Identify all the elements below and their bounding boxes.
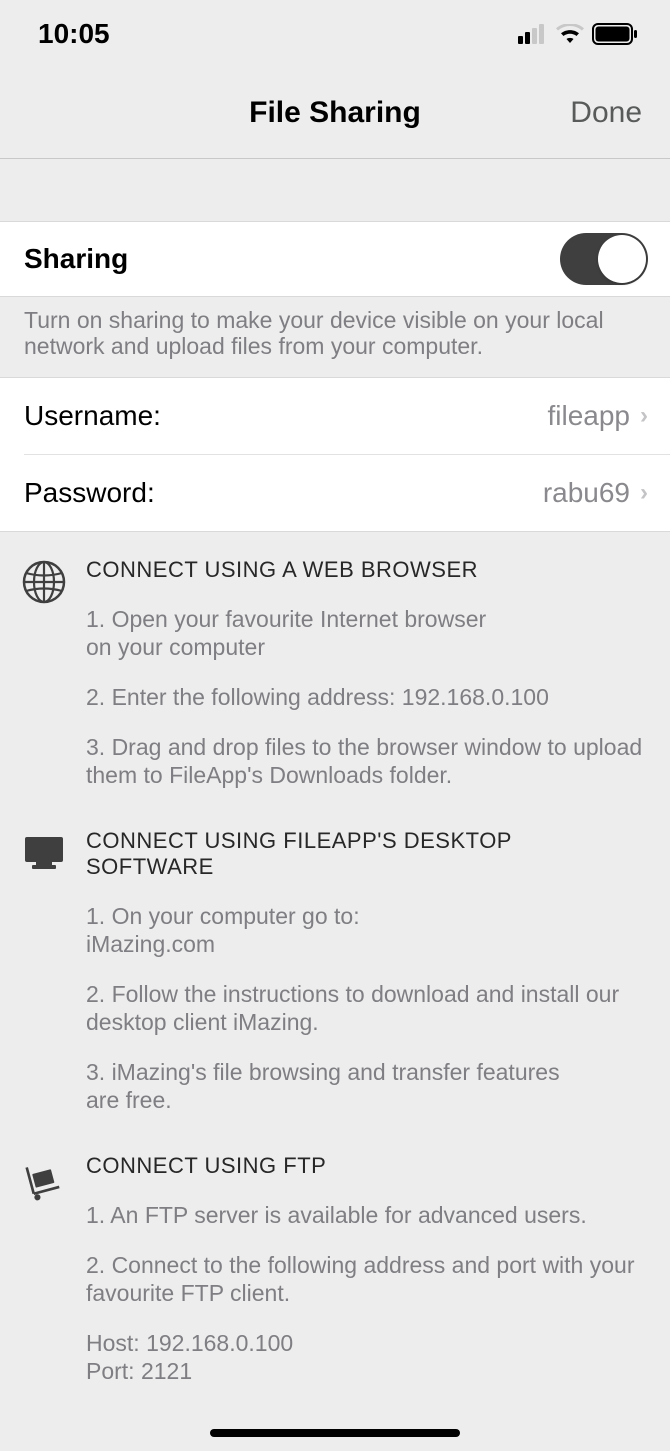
nav-bar: File Sharing Done	[0, 68, 670, 158]
instruction-title: CONNECT USING A WEB BROWSER	[86, 557, 646, 583]
instruction-title: CONNECT USING FILEAPP'S DESKTOP SOFTWARE	[86, 828, 646, 880]
instruction-step: 2. Follow the instructions to download a…	[86, 980, 646, 1036]
chevron-right-icon: ›	[640, 402, 648, 430]
page-title: File Sharing	[249, 96, 421, 130]
wifi-icon	[556, 24, 584, 44]
instruction-step: 1. An FTP server is available for advanc…	[86, 1201, 646, 1229]
instruction-title: CONNECT USING FTP	[86, 1153, 646, 1179]
ftp-port: Port: 2121	[86, 1357, 646, 1385]
status-indicators	[518, 23, 638, 45]
home-indicator[interactable]	[210, 1429, 460, 1437]
cart-icon	[22, 1153, 66, 1385]
instruction-body: CONNECT USING FILEAPP'S DESKTOP SOFTWARE…	[86, 828, 646, 1124]
password-value: rabu69	[543, 477, 630, 509]
chevron-right-icon: ›	[640, 479, 648, 507]
ftp-host: Host: 192.168.0.100	[86, 1329, 646, 1357]
instruction-step: 3. Drag and drop files to the browser wi…	[86, 733, 646, 789]
instruction-step: 1. Open your favourite Internet browser …	[86, 605, 506, 661]
status-time: 10:05	[38, 18, 110, 50]
instruction-section-desktop: CONNECT USING FILEAPP'S DESKTOP SOFTWARE…	[0, 803, 670, 1128]
username-value: fileapp	[547, 400, 630, 432]
password-row[interactable]: Password: rabu69 ›	[0, 455, 670, 531]
username-label: Username:	[24, 400, 161, 432]
password-value-wrap: rabu69 ›	[543, 477, 648, 509]
sharing-group: Sharing	[0, 221, 670, 297]
instruction-step: 2. Enter the following address: 192.168.…	[86, 683, 646, 711]
username-value-wrap: fileapp ›	[547, 400, 648, 432]
sharing-toggle[interactable]	[560, 233, 648, 285]
password-label: Password:	[24, 477, 155, 509]
instruction-body: CONNECT USING A WEB BROWSER 1. Open your…	[86, 557, 646, 799]
credentials-group: Username: fileapp › Password: rabu69 ›	[0, 377, 670, 532]
instruction-section-browser: CONNECT USING A WEB BROWSER 1. Open your…	[0, 532, 670, 803]
instruction-section-ftp: CONNECT USING FTP 1. An FTP server is av…	[0, 1128, 670, 1389]
section-gap	[0, 159, 670, 221]
instruction-body: CONNECT USING FTP 1. An FTP server is av…	[86, 1153, 646, 1385]
toggle-knob	[598, 235, 646, 283]
done-button[interactable]: Done	[570, 96, 642, 130]
instruction-step: 1. On your computer go to: iMazing.com	[86, 902, 386, 958]
status-bar: 10:05	[0, 0, 670, 68]
instruction-step: 2. Connect to the following address and …	[86, 1251, 646, 1307]
sharing-row: Sharing	[0, 221, 670, 297]
sharing-footer: Turn on sharing to make your device visi…	[0, 297, 670, 377]
monitor-icon	[22, 828, 66, 1124]
battery-icon	[592, 23, 638, 45]
cellular-icon	[518, 24, 548, 44]
instruction-step: 3. iMazing's file browsing and transfer …	[86, 1058, 566, 1114]
username-row[interactable]: Username: fileapp ›	[0, 378, 670, 454]
sharing-label: Sharing	[24, 243, 128, 275]
globe-icon	[22, 557, 66, 799]
